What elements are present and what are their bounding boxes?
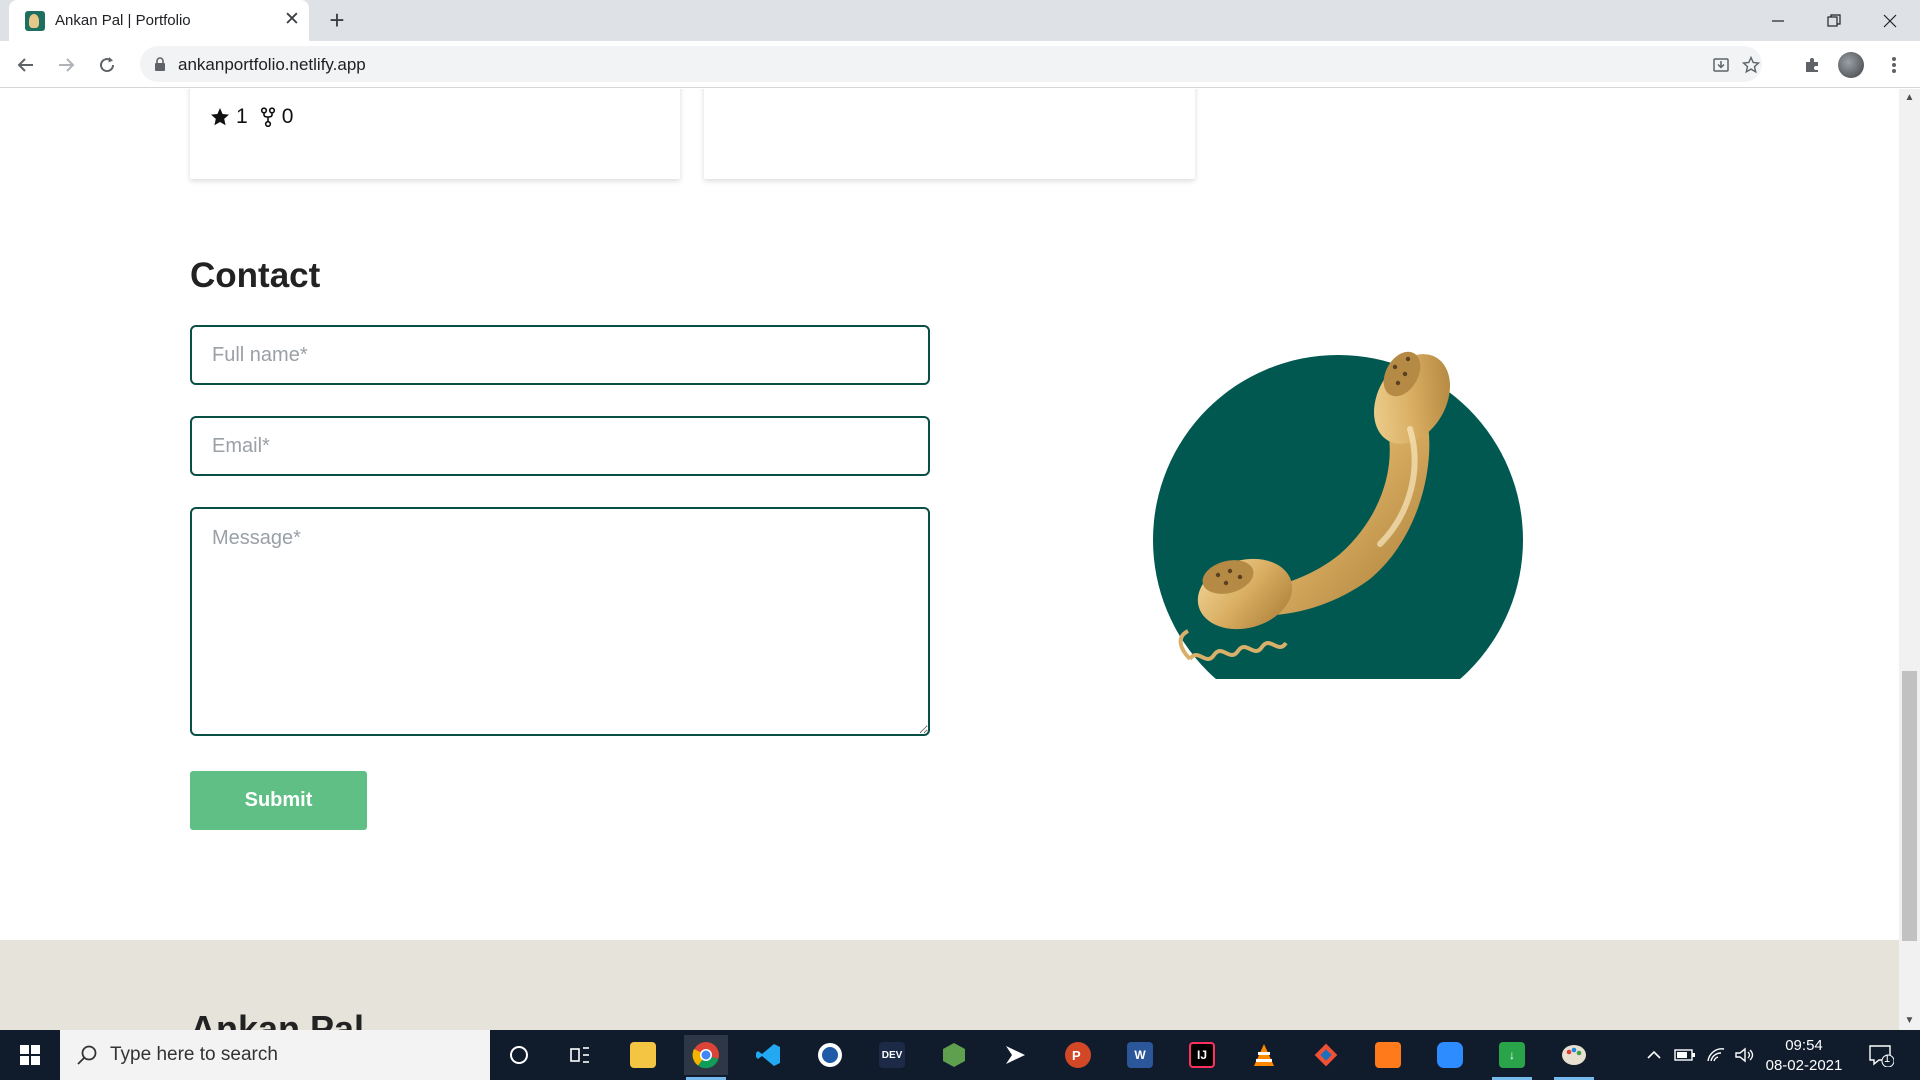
browser-tab-strip: Ankan Pal | Portfolio ✕ + bbox=[0, 0, 1920, 41]
clock-time: 09:54 bbox=[1785, 1037, 1823, 1054]
git-icon[interactable] bbox=[1304, 1035, 1348, 1075]
windows-start-button[interactable] bbox=[0, 1030, 60, 1080]
star-icon bbox=[211, 108, 229, 126]
extensions-puzzle-icon[interactable] bbox=[1798, 51, 1826, 79]
page-scrollbar[interactable]: ▲ ▼ bbox=[1899, 89, 1920, 1030]
battery-icon[interactable] bbox=[1674, 1030, 1696, 1080]
telephone-illustration bbox=[1140, 259, 1560, 725]
powerpoint-icon[interactable]: P bbox=[1056, 1035, 1100, 1075]
browser-tab[interactable]: Ankan Pal | Portfolio ✕ bbox=[9, 0, 309, 41]
vscode-icon[interactable] bbox=[746, 1035, 790, 1075]
star-count: 1 bbox=[236, 105, 248, 128]
task-view-icon[interactable] bbox=[558, 1035, 602, 1075]
contact-heading: Contact bbox=[190, 256, 321, 295]
submit-button[interactable]: Submit bbox=[190, 771, 367, 830]
footer: Ankan Pal bbox=[0, 940, 1899, 1030]
install-app-icon[interactable] bbox=[1710, 54, 1732, 76]
url-text: ankanportfolio.netlify.app bbox=[178, 55, 366, 74]
minimize-button[interactable] bbox=[1750, 0, 1805, 41]
close-window-button[interactable] bbox=[1862, 0, 1917, 41]
word-icon[interactable]: W bbox=[1118, 1035, 1162, 1075]
footer-name: Ankan Pal bbox=[190, 1008, 365, 1030]
new-tab-button[interactable]: + bbox=[322, 6, 352, 36]
scroll-up-arrow-icon[interactable]: ▲ bbox=[1899, 89, 1920, 107]
site-favicon-icon bbox=[25, 11, 45, 31]
address-bar[interactable]: ankanportfolio.netlify.app bbox=[140, 46, 1762, 82]
full-name-input[interactable] bbox=[190, 325, 930, 385]
svg-text:P: P bbox=[1072, 1048, 1081, 1063]
taskbar-clock[interactable]: 09:54 08-02-2021 bbox=[1764, 1036, 1844, 1076]
taskbar-search-box[interactable]: Type here to search bbox=[60, 1030, 490, 1080]
scroll-down-arrow-icon[interactable]: ▼ bbox=[1899, 1012, 1920, 1030]
search-icon bbox=[76, 1044, 98, 1071]
vlc-icon[interactable] bbox=[1242, 1035, 1286, 1075]
project-card[interactable]: 1 0 bbox=[190, 89, 680, 179]
windows-taskbar: Type here to search DEV P W IJ ↓ 09:54 0… bbox=[0, 1030, 1920, 1080]
search-placeholder: Type here to search bbox=[110, 1044, 278, 1065]
nodejs-icon[interactable] bbox=[932, 1035, 976, 1075]
repo-stats: 1 0 bbox=[210, 105, 305, 129]
devc-icon[interactable]: DEV bbox=[870, 1035, 914, 1075]
app-w-icon[interactable] bbox=[808, 1035, 852, 1075]
sublime-icon[interactable] bbox=[1366, 1035, 1410, 1075]
reload-button[interactable] bbox=[91, 49, 123, 81]
volume-icon[interactable] bbox=[1734, 1030, 1756, 1080]
fork-icon bbox=[260, 107, 275, 127]
profile-avatar[interactable] bbox=[1838, 52, 1864, 78]
restore-button[interactable] bbox=[1806, 0, 1861, 41]
wifi-icon[interactable] bbox=[1706, 1030, 1726, 1080]
cortana-icon[interactable] bbox=[497, 1035, 541, 1075]
forward-button[interactable] bbox=[50, 49, 82, 81]
lock-icon bbox=[154, 57, 166, 76]
cloud-download-icon[interactable]: ↓ bbox=[1490, 1035, 1534, 1080]
zoom-icon[interactable] bbox=[1428, 1035, 1472, 1075]
chrome-icon[interactable] bbox=[684, 1035, 728, 1080]
close-tab-icon[interactable]: ✕ bbox=[281, 9, 303, 31]
windows-logo-icon bbox=[20, 1045, 40, 1065]
message-textarea[interactable] bbox=[190, 507, 930, 736]
terminal-icon[interactable] bbox=[994, 1035, 1038, 1075]
clock-date: 08-02-2021 bbox=[1765, 1057, 1843, 1074]
bookmark-star-icon[interactable] bbox=[1740, 54, 1762, 76]
notification-count: 1 bbox=[1884, 1053, 1891, 1065]
show-hidden-icons-chevron-icon[interactable] bbox=[1646, 1030, 1662, 1080]
tab-title: Ankan Pal | Portfolio bbox=[55, 12, 191, 29]
file-explorer-icon[interactable] bbox=[621, 1035, 665, 1075]
email-input[interactable] bbox=[190, 416, 930, 476]
browser-toolbar: ankanportfolio.netlify.app bbox=[0, 41, 1920, 88]
fork-count: 0 bbox=[281, 105, 294, 128]
project-card[interactable] bbox=[704, 89, 1195, 179]
intellij-icon[interactable]: IJ bbox=[1180, 1035, 1224, 1075]
browser-menu-icon[interactable] bbox=[1880, 51, 1908, 79]
paint-icon[interactable] bbox=[1552, 1035, 1596, 1080]
back-button[interactable] bbox=[10, 49, 42, 81]
scroll-thumb[interactable] bbox=[1902, 671, 1917, 941]
notifications-icon[interactable]: 1 bbox=[1868, 1030, 1894, 1080]
page-viewport: 1 0 Contact Submit bbox=[0, 89, 1899, 1030]
